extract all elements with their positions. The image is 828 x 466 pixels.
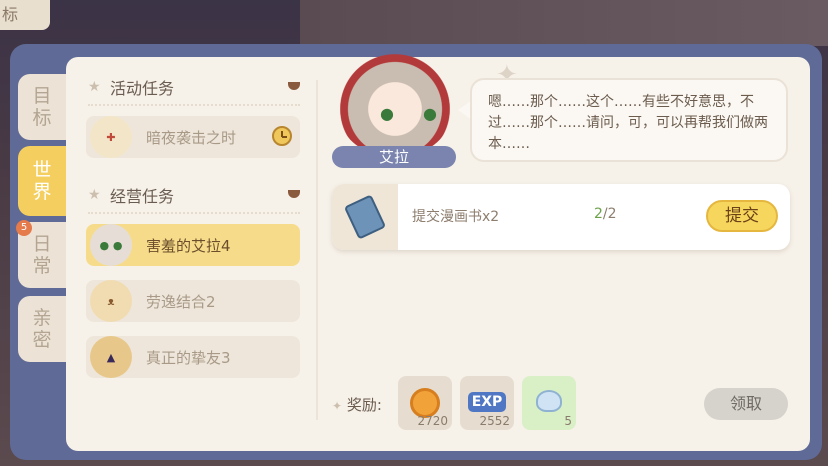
reward-qty: 5	[564, 414, 572, 428]
dialog-bubble: 嗯……那个……这个……有些不好意思，不过……那个……请问，可，可以再帮我们做两本…	[470, 78, 788, 162]
tab-world-label: 世界	[32, 159, 52, 203]
section-divider	[88, 212, 300, 214]
task-item-slot	[332, 184, 398, 250]
task-progress-current: 2	[594, 206, 603, 222]
crystal-icon	[536, 390, 562, 412]
task-card: 提交漫画书x2 2/2 提交	[332, 184, 790, 250]
quest-label: 劳逸结合2	[146, 292, 216, 311]
npc-eyes: ● ●	[380, 104, 450, 123]
quest-avatar: ᴥ	[90, 280, 132, 322]
event-section-header: ★ 活动任务	[88, 76, 174, 98]
business-section-header: ★ 经营任务	[88, 184, 174, 206]
quest-label: 真正的挚友3	[146, 348, 231, 367]
event-section-title: 活动任务	[110, 79, 175, 98]
task-progress: 2/2	[594, 206, 617, 222]
comic-book-icon	[343, 194, 387, 240]
reward-crystal[interactable]: 5	[522, 376, 576, 430]
reward-qty: 2720	[417, 414, 448, 428]
reward-qty: 2552	[479, 414, 510, 428]
reward-coin[interactable]: 2720	[398, 376, 452, 430]
star-icon: ★	[88, 79, 101, 95]
tab-daily[interactable]: 5 日常	[16, 220, 66, 288]
background-building	[300, 0, 828, 46]
quest-item-work-rest[interactable]: ᴥ 劳逸结合2	[86, 280, 300, 322]
quest-label: 暗夜袭击之时	[146, 128, 237, 147]
tab-goals[interactable]: 目标	[18, 74, 66, 140]
tab-world[interactable]: 世界	[18, 146, 66, 216]
quest-label: 害羞的艾拉4	[146, 236, 231, 255]
column-divider	[316, 80, 318, 420]
tab-intimacy-label: 亲密	[32, 307, 52, 351]
exp-icon: EXP	[468, 392, 506, 412]
tab-goals-label: 目标	[32, 85, 52, 129]
tab-intimacy[interactable]: 亲密	[18, 296, 66, 362]
star-icon: ✦	[332, 399, 343, 413]
reward-exp[interactable]: EXP 2552	[460, 376, 514, 430]
submit-button[interactable]: 提交	[706, 200, 778, 232]
quest-item-night-raid[interactable]: ✚ 暗夜袭击之时	[86, 116, 300, 158]
quest-avatar: ● ●	[90, 224, 132, 266]
quest-avatar: ✚	[90, 116, 132, 158]
business-section-title: 经营任务	[110, 187, 175, 206]
task-label: 提交漫画书x2	[412, 209, 500, 225]
background-corner-label: 标	[0, 0, 50, 30]
rewards-label: ✦ 奖励:	[332, 394, 382, 415]
claim-button[interactable]: 领取	[704, 388, 788, 420]
tab-daily-label: 日常	[32, 233, 52, 277]
section-divider	[88, 104, 300, 106]
npc-name-tag: 艾拉	[332, 146, 456, 168]
task-progress-total: /2	[602, 206, 617, 222]
star-icon: ★	[88, 187, 101, 203]
quest-item-shy-ayla[interactable]: ● ● 害羞的艾拉4	[86, 224, 300, 266]
quest-avatar: ▲	[90, 336, 132, 378]
rewards-label-text: 奖励:	[346, 396, 382, 414]
quest-item-true-friend[interactable]: ▲ 真正的挚友3	[86, 336, 300, 378]
daily-badge: 5	[16, 220, 32, 236]
clock-icon	[272, 126, 292, 146]
